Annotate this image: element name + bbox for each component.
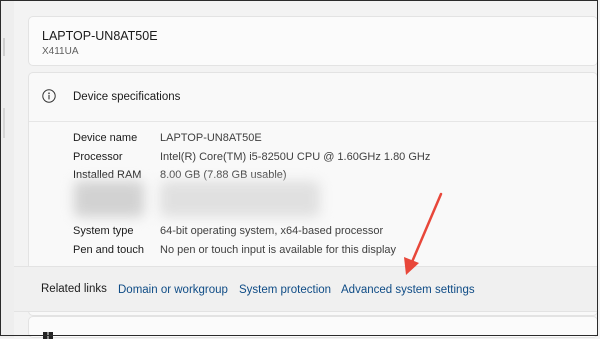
left-sidebar-edge <box>0 0 14 338</box>
spec-label: Device name <box>73 132 138 144</box>
redacted-region <box>160 181 320 217</box>
domain-or-workgroup-link[interactable]: Domain or workgroup <box>118 284 228 296</box>
spec-value: LAPTOP-UN8AT50E <box>160 132 262 144</box>
spec-label: System type <box>73 225 134 237</box>
spec-label: Pen and touch <box>73 244 144 256</box>
device-model: X411UA <box>42 46 79 57</box>
info-icon <box>42 89 56 103</box>
windows-specifications-card[interactable] <box>28 316 598 339</box>
device-header-card: LAPTOP-UN8AT50E X411UA <box>28 16 598 66</box>
spec-value: 8.00 GB (7.88 GB usable) <box>160 169 287 181</box>
spec-value: Intel(R) Core(TM) i5-8250U CPU @ 1.60GHz… <box>160 151 431 163</box>
sidebar-indicator <box>3 108 5 138</box>
spec-value: 64-bit operating system, x64-based proce… <box>160 225 384 237</box>
redacted-region <box>74 181 144 217</box>
device-name-title: LAPTOP-UN8AT50E <box>42 29 158 43</box>
system-protection-link[interactable]: System protection <box>239 284 331 296</box>
spec-label: Processor <box>73 151 123 163</box>
related-links-bar: Related links Domain or workgroup System… <box>14 266 598 312</box>
advanced-system-settings-link[interactable]: Advanced system settings <box>341 284 475 296</box>
related-links-label: Related links <box>41 283 107 295</box>
spec-value: No pen or touch input is available for t… <box>160 244 397 256</box>
sidebar-indicator <box>3 38 5 56</box>
device-specifications-title: Device specifications <box>73 91 181 103</box>
spec-label: Installed RAM <box>73 169 142 181</box>
device-specifications-header[interactable]: Device specifications <box>29 73 597 122</box>
